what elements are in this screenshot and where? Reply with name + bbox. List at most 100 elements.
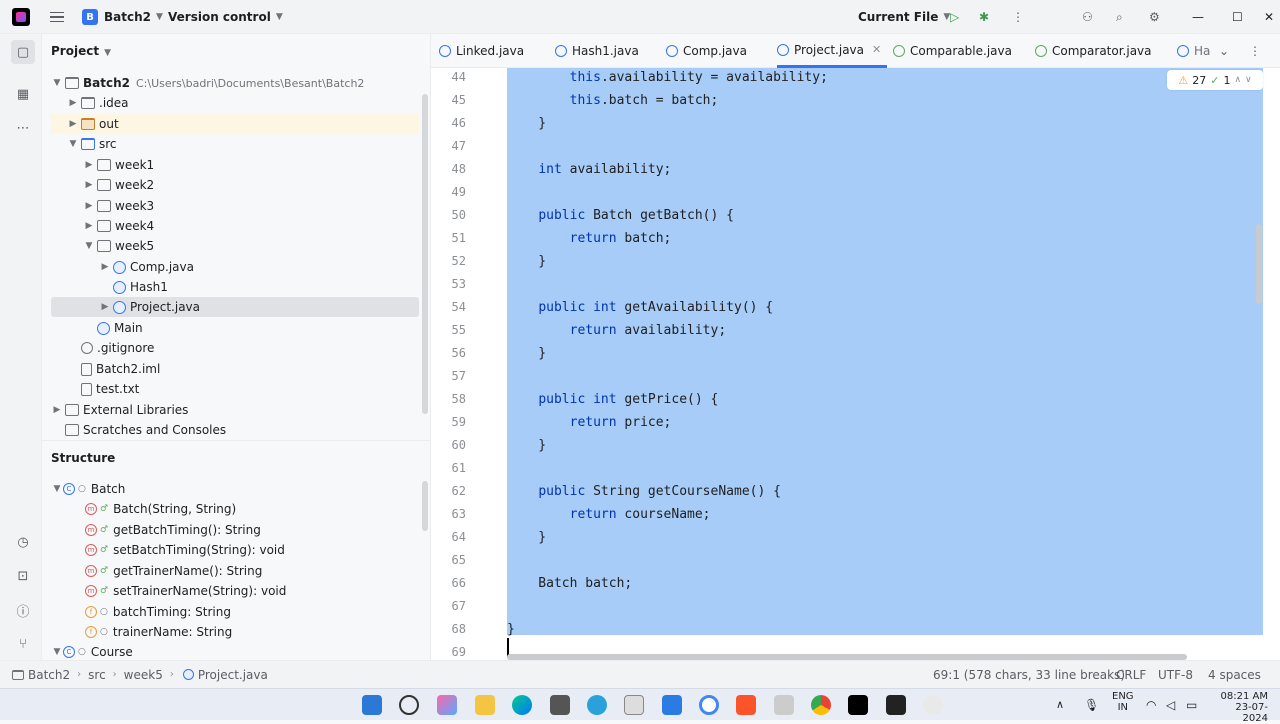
tab-more-icon[interactable]: ⋮ [1249, 34, 1261, 68]
tab-comp-java[interactable]: Comp.java [666, 34, 747, 68]
code-line[interactable]: Batch batch; [507, 572, 632, 595]
main-menu-icon[interactable] [48, 0, 66, 34]
code-line[interactable]: int availability; [507, 158, 671, 181]
tab-comparator-java[interactable]: Comparator.java [1035, 34, 1152, 68]
volume-icon[interactable]: ◁ [1166, 698, 1175, 712]
breadcrumb-item[interactable]: Project.java [198, 668, 268, 682]
code-line[interactable]: return batch; [507, 227, 672, 250]
file-encoding[interactable]: UTF-8 [1158, 661, 1193, 689]
settings-gear-icon[interactable]: ⚙ [1149, 0, 1160, 34]
run-config-selector[interactable]: Current File ▼ [858, 0, 950, 34]
tree-item-external-libraries[interactable]: ▶ External Libraries [51, 400, 419, 420]
wifi-icon[interactable]: ◠ [1146, 698, 1156, 712]
tree-item-week3[interactable]: ▶ week3 [51, 196, 419, 216]
tree-item-main[interactable]: Main [51, 318, 419, 338]
structure-item-course[interactable]: ▼ C ○ Course [51, 642, 419, 660]
line-number[interactable]: 46 [426, 112, 466, 135]
app-icon[interactable] [923, 695, 943, 715]
line-number[interactable]: 63 [426, 503, 466, 526]
line-number[interactable]: 61 [426, 457, 466, 480]
code-line[interactable]: } [507, 250, 546, 273]
chevron-down-icon[interactable]: ▼ [83, 241, 95, 251]
vscode-icon[interactable] [662, 695, 682, 715]
close-window-icon[interactable]: ✕ [1264, 0, 1274, 34]
line-number[interactable]: 57 [426, 365, 466, 388]
line-number[interactable]: 50 [426, 204, 466, 227]
vertical-scrollbar[interactable] [1256, 224, 1262, 304]
code-line[interactable]: public int getAvailability() { [507, 296, 773, 319]
structure-item-field[interactable]: f ○ batchTiming: String [51, 602, 419, 622]
line-number[interactable]: 68 [426, 618, 466, 641]
line-number[interactable]: 44 [426, 66, 466, 89]
chevron-down-icon[interactable]: ▼ [67, 139, 79, 149]
services-icon[interactable]: ◷ [11, 530, 35, 554]
line-number[interactable]: 56 [426, 342, 466, 365]
line-number[interactable]: 65 [426, 549, 466, 572]
microphone-icon[interactable]: 🎙 [1084, 698, 1099, 712]
file-explorer-icon[interactable] [475, 695, 495, 715]
line-number[interactable]: 66 [426, 572, 466, 595]
app-icon[interactable] [550, 695, 570, 715]
line-number[interactable]: 55 [426, 319, 466, 342]
git-icon[interactable]: ⑂ [11, 632, 35, 656]
tree-item-hash1[interactable]: Hash1 [51, 277, 419, 297]
problems-icon[interactable]: ⓘ [11, 598, 35, 622]
tree-item-week1[interactable]: ▶ week1 [51, 155, 419, 175]
project-switcher[interactable]: B Batch2 ▼ [82, 0, 163, 34]
more-tools-icon[interactable]: ⋯ [11, 116, 35, 140]
search-icon[interactable]: ⌕ [1116, 0, 1123, 34]
tree-item-week5[interactable]: ▼ week5 [51, 236, 419, 256]
tab-list-chevron-icon[interactable]: ⌄ [1219, 34, 1229, 68]
tree-item-week2[interactable]: ▶ week2 [51, 175, 419, 195]
line-number[interactable]: 62 [426, 480, 466, 503]
chevron-right-icon[interactable]: ▶ [83, 160, 95, 170]
chevron-right-icon[interactable]: ▶ [67, 119, 79, 129]
vcs-menu[interactable]: Version control ▼ [168, 0, 283, 34]
breadcrumb-item[interactable]: src [88, 668, 106, 682]
chevron-right-icon[interactable]: ▶ [83, 221, 95, 231]
breadcrumb-item[interactable]: Batch2 [28, 668, 70, 682]
search-icon[interactable] [399, 695, 419, 715]
chevron-right-icon[interactable]: ▶ [51, 405, 63, 415]
tree-item-out[interactable]: ▶ out [51, 114, 419, 134]
structure-item-method[interactable]: m ♂ setTrainerName(String): void [51, 581, 419, 601]
chevron-down-icon[interactable]: ∨ [1245, 75, 1252, 85]
project-folder-icon[interactable]: ▢ [11, 40, 35, 64]
chevron-right-icon[interactable]: ▶ [99, 302, 111, 312]
minimize-icon[interactable]: — [1192, 0, 1204, 34]
telegram-icon[interactable] [587, 695, 607, 715]
maximize-icon[interactable]: ☐ [1232, 0, 1243, 34]
chevron-down-icon[interactable]: ▼ [51, 647, 63, 657]
tree-item-batch2[interactable]: ▼ Batch2 C:\Users\badri\Documents\Besant… [51, 73, 419, 93]
code-line[interactable]: } [507, 618, 515, 641]
chevron-right-icon[interactable]: ▶ [83, 180, 95, 190]
code-line[interactable]: } [507, 434, 546, 457]
line-number[interactable]: 45 [426, 89, 466, 112]
breadcrumb-item[interactable]: week5 [124, 668, 163, 682]
inspection-widget[interactable]: ⚠ 27 ✓ 1 ∧ ∨ [1167, 70, 1263, 90]
line-number[interactable]: 48 [426, 158, 466, 181]
code-line[interactable]: return availability; [507, 319, 727, 342]
chevron-down-icon[interactable]: ▼ [51, 78, 63, 88]
project-panel-title[interactable]: Project ▼ [51, 44, 111, 58]
intellij-logo-icon[interactable] [12, 8, 30, 26]
code-line[interactable]: this.batch = batch; [507, 89, 719, 112]
code-line[interactable]: return price; [507, 411, 672, 434]
debug-icon[interactable]: ✱ [979, 0, 989, 34]
line-number[interactable]: 58 [426, 388, 466, 411]
code-line[interactable]: } [507, 112, 546, 135]
chevron-right-icon[interactable]: ▶ [99, 262, 111, 272]
structure-item-field[interactable]: f ○ trainerName: String [51, 622, 419, 642]
tab-project-java[interactable]: Project.java ✕ [777, 34, 888, 68]
google-icon[interactable] [699, 695, 719, 715]
code-line[interactable]: public Batch getBatch() { [507, 204, 734, 227]
close-tab-icon[interactable]: ✕ [872, 43, 881, 56]
code-area[interactable]: this.availability = availability; this.b… [507, 68, 1263, 660]
tree-item-batch2-iml[interactable]: Batch2.iml [51, 359, 419, 379]
tray-overflow-icon[interactable]: ∧ [1056, 698, 1064, 711]
code-line[interactable]: } [507, 342, 546, 365]
chevron-up-icon[interactable]: ∧ [1234, 75, 1241, 85]
terminal-icon[interactable] [886, 695, 906, 715]
line-number[interactable]: 67 [426, 595, 466, 618]
line-number[interactable]: 52 [426, 250, 466, 273]
